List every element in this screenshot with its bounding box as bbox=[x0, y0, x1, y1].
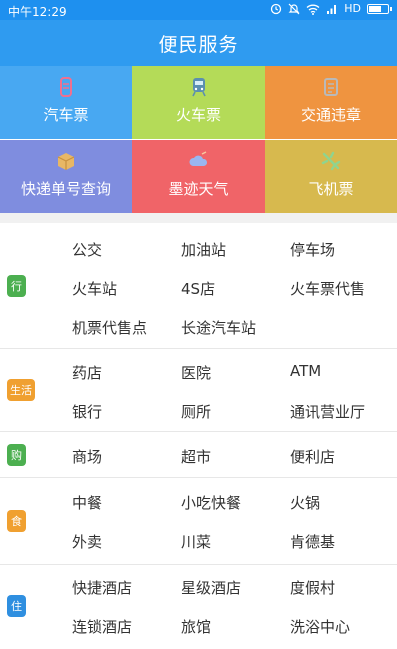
tile-train-ticket[interactable]: 火车票 bbox=[132, 66, 265, 139]
service-star-hotel[interactable]: 星级酒店 bbox=[181, 577, 241, 598]
category-tag-travel: 行 bbox=[7, 275, 26, 297]
wifi-icon bbox=[306, 4, 320, 15]
service-inn[interactable]: 旅馆 bbox=[181, 616, 211, 637]
service-mall[interactable]: 商场 bbox=[72, 446, 102, 467]
tile-label: 飞机票 bbox=[308, 180, 354, 198]
service-coach-station[interactable]: 长途汽车站 bbox=[181, 317, 256, 338]
service-bath-center[interactable]: 洗浴中心 bbox=[290, 616, 350, 637]
category-tag-lodging: 住 bbox=[7, 595, 26, 617]
service-budget-hotel[interactable]: 快捷酒店 bbox=[72, 577, 132, 598]
service-air-ticket-agent[interactable]: 机票代售点 bbox=[72, 317, 147, 338]
service-hospital[interactable]: 医院 bbox=[181, 362, 211, 383]
service-atm[interactable]: ATM bbox=[290, 362, 321, 380]
service-sichuan-food[interactable]: 川菜 bbox=[181, 531, 211, 552]
service-train-station[interactable]: 火车站 bbox=[72, 278, 117, 299]
battery-icon bbox=[367, 3, 392, 14]
status-bar: 中午12:29 HD bbox=[0, 0, 397, 20]
status-time: 中午12:29 bbox=[8, 5, 67, 19]
train-icon bbox=[191, 78, 206, 97]
service-chinese-food[interactable]: 中餐 bbox=[72, 492, 102, 513]
category-tag-food: 食 bbox=[7, 510, 26, 532]
service-supermarket[interactable]: 超市 bbox=[181, 446, 211, 467]
service-convenience-store[interactable]: 便利店 bbox=[290, 446, 335, 467]
status-icons: HD bbox=[270, 2, 392, 15]
service-train-ticket-agent[interactable]: 火车票代售 bbox=[290, 278, 365, 299]
service-kfc[interactable]: 肯德基 bbox=[290, 531, 335, 552]
mute-icon bbox=[288, 3, 300, 14]
service-snack-fastfood[interactable]: 小吃快餐 bbox=[181, 492, 241, 513]
service-group-shopping: 购 商场 超市 便利店 bbox=[0, 432, 397, 477]
service-hotpot[interactable]: 火锅 bbox=[290, 492, 320, 513]
tile-label: 墨迹天气 bbox=[168, 180, 229, 198]
tile-bus-ticket[interactable]: 汽车票 bbox=[0, 66, 132, 139]
service-bank[interactable]: 银行 bbox=[72, 401, 102, 422]
page-title: 便民服务 bbox=[0, 20, 397, 66]
service-4s-store[interactable]: 4S店 bbox=[181, 278, 215, 299]
service-gas-station[interactable]: 加油站 bbox=[181, 239, 226, 260]
category-tag-life: 生活 bbox=[7, 379, 35, 401]
service-toilet[interactable]: 厕所 bbox=[181, 401, 211, 422]
service-group-lodging: 住 快捷酒店 星级酒店 度假村 连锁酒店 旅馆 洗浴中心 bbox=[0, 565, 397, 649]
airplane-icon bbox=[321, 151, 341, 171]
service-group-life: 生活 药店 医院 ATM 银行 厕所 通讯营业厅 bbox=[0, 349, 397, 431]
alarm-icon bbox=[271, 3, 282, 14]
service-telecom-office[interactable]: 通讯营业厅 bbox=[290, 401, 365, 422]
traffic-violation-icon bbox=[324, 78, 338, 96]
tile-label: 快递单号查询 bbox=[20, 180, 111, 198]
service-chain-hotel[interactable]: 连锁酒店 bbox=[72, 616, 132, 637]
tile-label: 汽车票 bbox=[43, 106, 89, 124]
category-tag-shopping: 购 bbox=[7, 444, 26, 466]
service-group-food: 食 中餐 小吃快餐 火锅 外卖 川菜 肯德基 bbox=[0, 478, 397, 564]
service-bus[interactable]: 公交 bbox=[72, 239, 102, 260]
quick-service-grid: 汽车票 火车票 交通违章 快递单号查询 墨迹天气 飞机票 bbox=[0, 66, 397, 213]
tile-traffic-violation[interactable]: 交通违章 bbox=[265, 66, 397, 139]
tile-label: 火车票 bbox=[175, 106, 221, 124]
tile-label: 交通违章 bbox=[300, 106, 361, 124]
signal-icon bbox=[327, 4, 337, 14]
service-pharmacy[interactable]: 药店 bbox=[72, 362, 102, 383]
service-group-travel: 行 公交 加油站 停车场 火车站 4S店 火车票代售 机票代售点 长途汽车站 bbox=[0, 223, 397, 348]
service-takeout[interactable]: 外卖 bbox=[72, 531, 102, 552]
weather-icon bbox=[188, 151, 207, 166]
service-resort[interactable]: 度假村 bbox=[290, 577, 335, 598]
bus-ticket-icon bbox=[60, 77, 72, 97]
section-divider bbox=[0, 213, 397, 223]
service-parking[interactable]: 停车场 bbox=[290, 239, 335, 260]
package-icon bbox=[57, 153, 75, 170]
tile-weather[interactable]: 墨迹天气 bbox=[132, 140, 265, 213]
tile-express-tracking[interactable]: 快递单号查询 bbox=[0, 140, 132, 213]
network-type: HD bbox=[344, 2, 361, 15]
tile-flight-ticket[interactable]: 飞机票 bbox=[265, 140, 397, 213]
